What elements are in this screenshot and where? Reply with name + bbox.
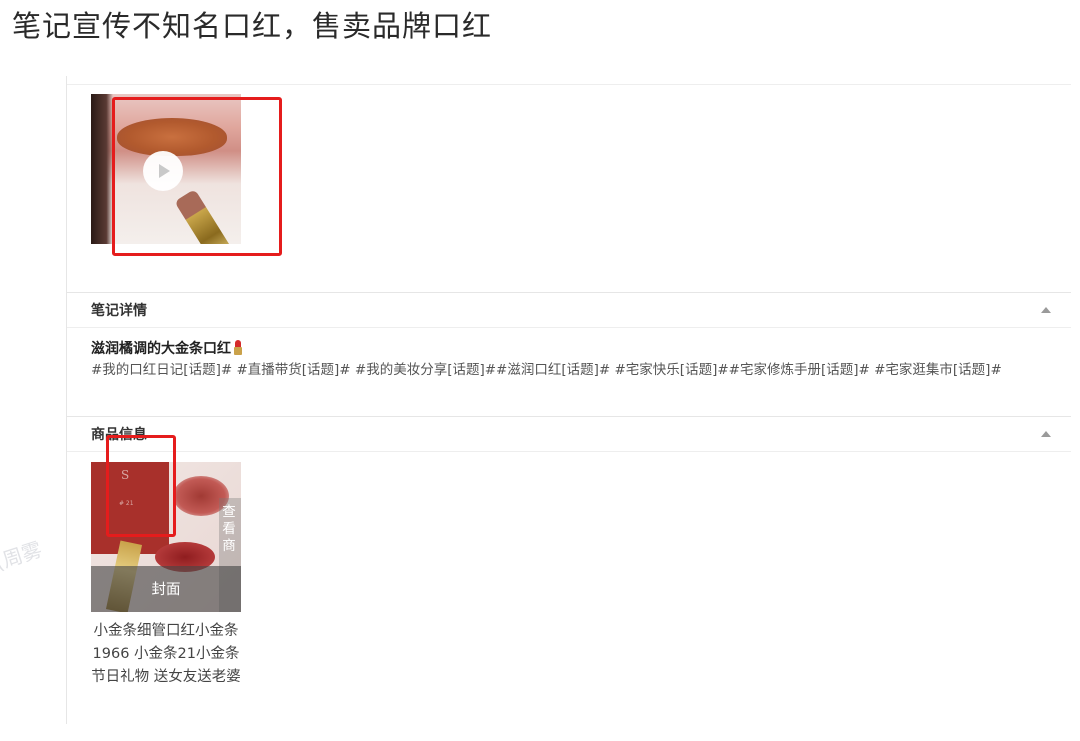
video-thumb-lips <box>117 118 227 156</box>
play-icon[interactable] <box>143 151 183 191</box>
chevron-up-icon[interactable] <box>1041 307 1051 313</box>
product-thumbnail[interactable]: S # 21 查看商 封面 <box>91 462 241 612</box>
section-header-product-info[interactable]: 商品信息 <box>67 416 1071 452</box>
view-product-label[interactable]: 查看商 <box>221 504 237 555</box>
product-box <box>91 462 169 554</box>
panel-divider <box>67 84 1071 85</box>
section-title-product-info: 商品信息 <box>91 427 147 443</box>
product-name[interactable]: 小金条细管口红小金条1966 小金条21小金条节日礼物 送女友送老婆 <box>91 620 241 689</box>
video-thumb-shadow <box>91 94 113 244</box>
section-title-note-details: 笔记详情 <box>91 303 147 319</box>
note-title: 滋润橘调的大金条口红 <box>91 338 243 358</box>
cover-label: 封面 <box>151 582 181 598</box>
section-header-note-details[interactable]: 笔记详情 <box>67 292 1071 328</box>
brand-logo: S <box>121 468 130 482</box>
video-thumb-lipstick <box>174 188 232 244</box>
lipstick-icon <box>233 340 243 355</box>
box-code: # 21 <box>119 500 134 507</box>
watermark: (周雾 <box>0 537 45 575</box>
product-card[interactable]: S # 21 查看商 封面 小金条细管口红小金条1966 小金条21小金条节日礼… <box>91 462 241 689</box>
note-tags: #我的口红日记[话题]# #直播带货[话题]# #我的美妆分享[话题]##滋润口… <box>91 362 1002 378</box>
video-thumbnail[interactable] <box>91 94 241 244</box>
play-triangle <box>159 164 170 178</box>
page-headline: 笔记宣传不知名口红，售卖品牌口红 <box>12 9 493 43</box>
note-title-text: 滋润橘调的大金条口红 <box>91 341 231 357</box>
note-panel: 笔记详情 滋润橘调的大金条口红 #我的口红日记[话题]# #直播带货[话题]# … <box>66 76 1071 724</box>
chevron-up-icon[interactable] <box>1041 431 1051 437</box>
